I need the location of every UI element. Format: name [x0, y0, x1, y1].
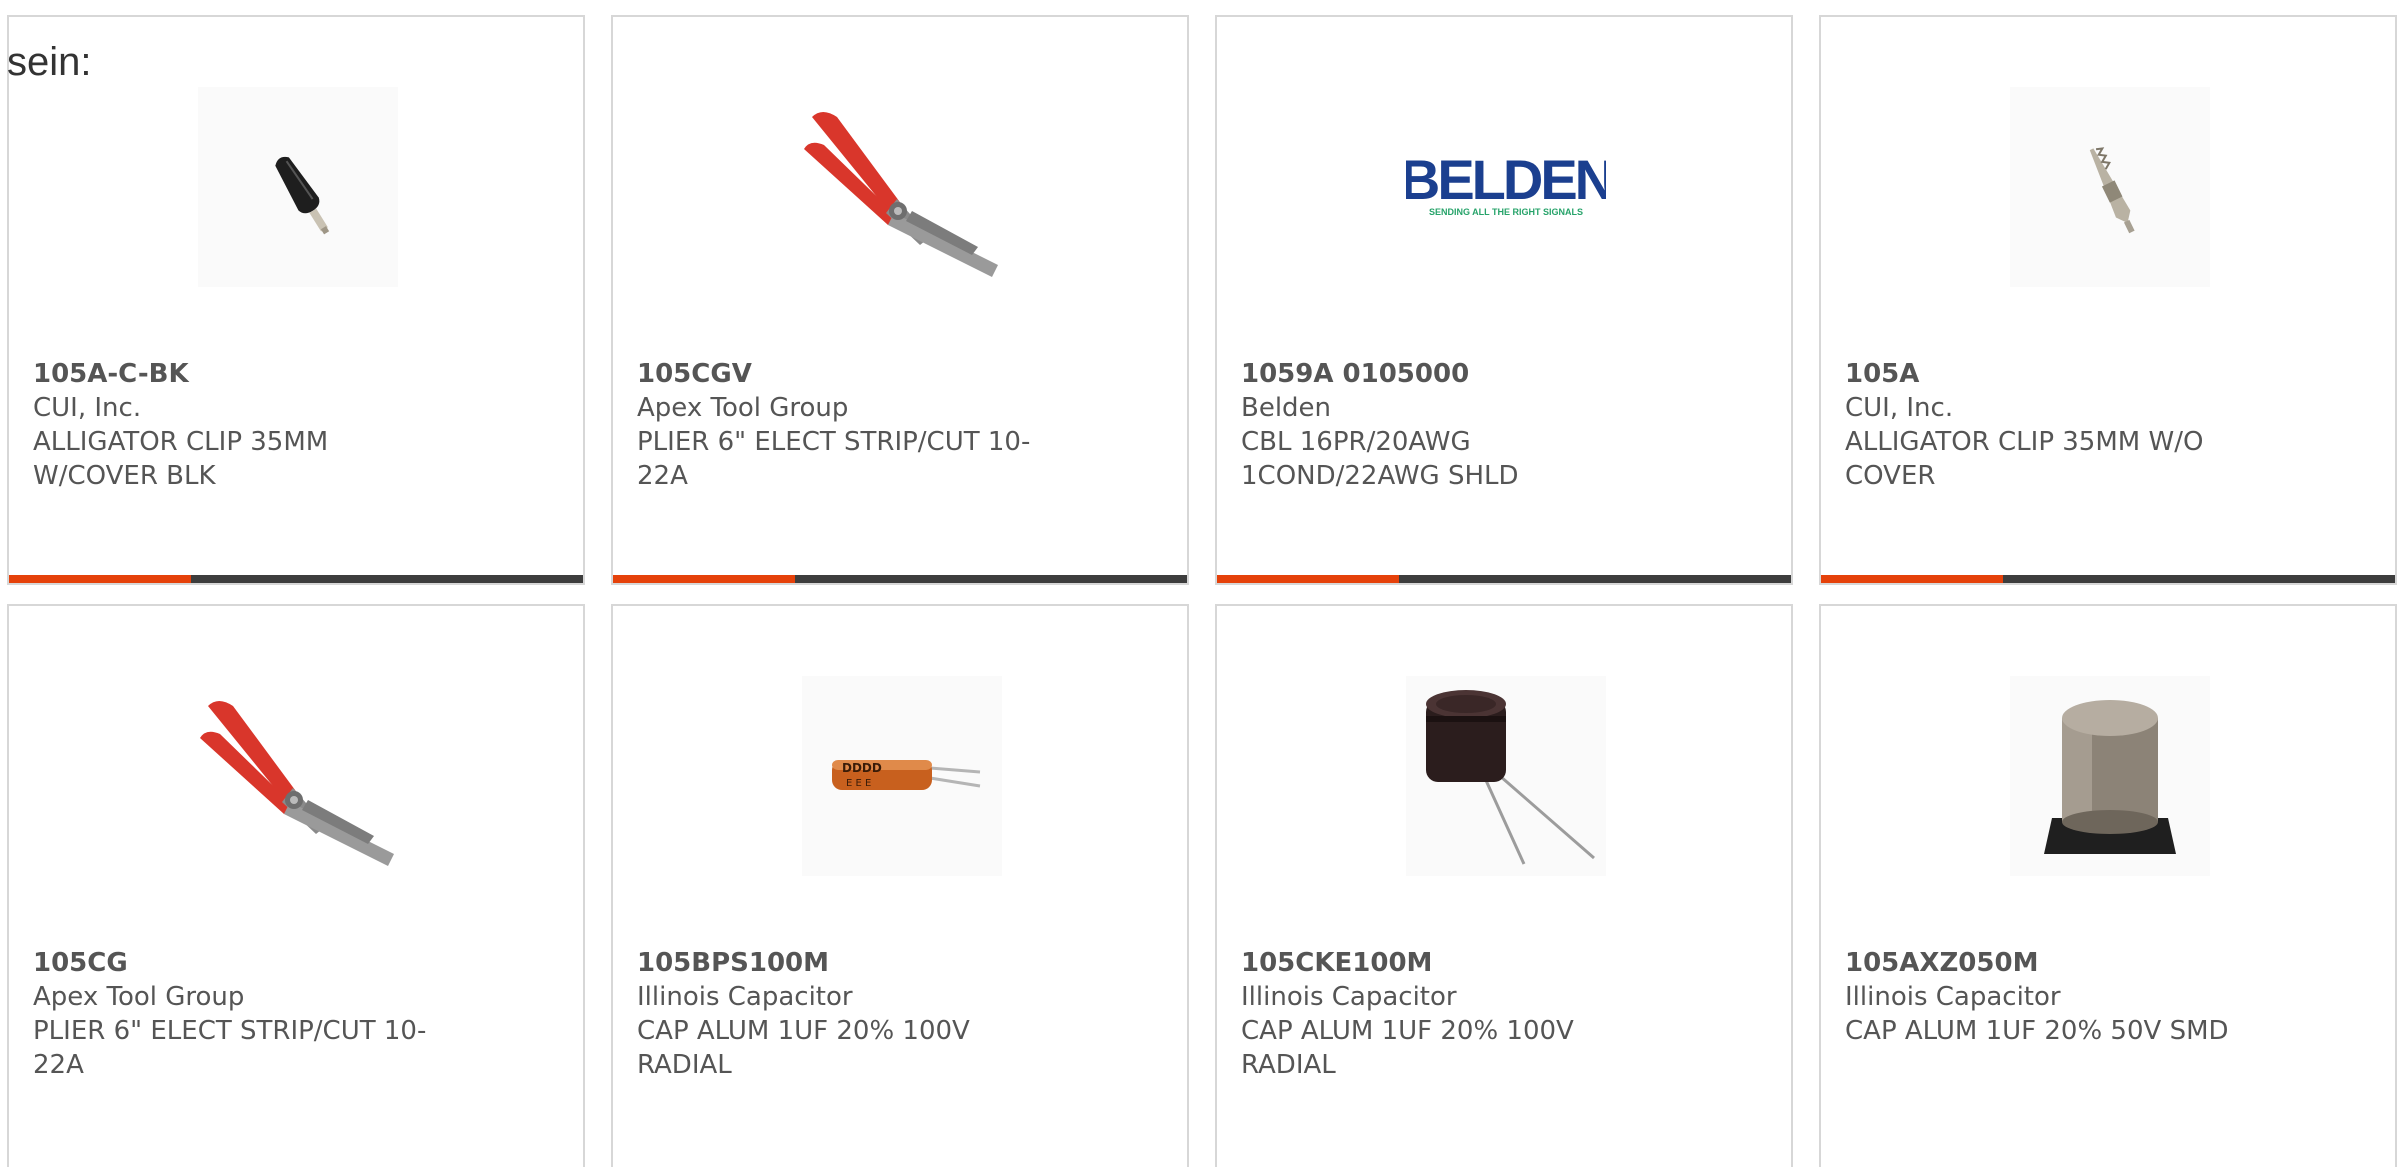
wire-stripper-plier-icon — [198, 676, 398, 876]
product-info: 105CKE100M Illinois Capacitor CAP ALUM 1… — [1241, 946, 1661, 1082]
section-heading: sein: — [7, 40, 92, 84]
card-bottom-bar — [613, 575, 1187, 583]
description: CAP ALUM 1UF 20% 50V SMD — [1845, 1016, 2229, 1046]
product-card[interactable]: 105AXZ050M Illinois Capacitor CAP ALUM 1… — [1819, 604, 2397, 1167]
description: CAP ALUM 1UF 20% 100V RADIAL — [1241, 1016, 1574, 1080]
part-number-link[interactable]: 1059A 0105000 — [1241, 357, 1661, 391]
part-number-link[interactable]: 105A-C-BK — [33, 357, 453, 391]
smd-capacitor-icon — [2010, 676, 2210, 876]
manufacturer: Illinois Capacitor — [1241, 982, 1457, 1012]
card-accent-bar — [1217, 575, 1399, 583]
description: ALLIGATOR CLIP 35MM W/COVER BLK — [33, 427, 329, 491]
card-accent-bar — [613, 575, 795, 583]
product-card[interactable]: 105CG Apex Tool Group PLIER 6" ELECT STR… — [7, 604, 585, 1167]
card-accent-bar — [9, 575, 191, 583]
belden-logo-text: BELDEN — [1406, 148, 1606, 211]
alligator-clip-metal-icon — [2010, 87, 2210, 287]
description: PLIER 6" ELECT STRIP/CUT 10-22A — [637, 427, 1031, 491]
svg-text:E E E: E E E — [846, 778, 871, 789]
part-number-link[interactable]: 105A — [1845, 357, 2265, 391]
part-number-link[interactable]: 105AXZ050M — [1845, 946, 2265, 980]
belden-logo: BELDEN SENDING ALL THE RIGHT SIGNALS — [1406, 87, 1606, 287]
description: PLIER 6" ELECT STRIP/CUT 10-22A — [33, 1016, 427, 1080]
manufacturer: Illinois Capacitor — [637, 982, 853, 1012]
part-number-link[interactable]: 105CG — [33, 946, 453, 980]
product-card[interactable]: BELDEN SENDING ALL THE RIGHT SIGNALS 105… — [1215, 15, 1793, 585]
part-number-link[interactable]: 105BPS100M — [637, 946, 1057, 980]
manufacturer: Illinois Capacitor — [1845, 982, 2061, 1012]
wire-stripper-plier-icon — [802, 87, 1002, 287]
part-number-link[interactable]: 105CKE100M — [1241, 946, 1661, 980]
product-info: 105CGV Apex Tool Group PLIER 6" ELECT ST… — [637, 357, 1057, 493]
manufacturer: CUI, Inc. — [1845, 393, 1954, 423]
product-grid-page: sein: 105A-C-BK CUI, Inc. ALLIGATOR CLIP… — [0, 0, 2400, 1167]
product-info: 105A-C-BK CUI, Inc. ALLIGATOR CLIP 35MM … — [33, 357, 453, 493]
part-number-link[interactable]: 105CGV — [637, 357, 1057, 391]
product-info: 105CG Apex Tool Group PLIER 6" ELECT STR… — [33, 946, 453, 1082]
manufacturer: Apex Tool Group — [33, 982, 245, 1012]
svg-text:DDDD: DDDD — [842, 761, 882, 775]
product-card[interactable]: 105CKE100M Illinois Capacitor CAP ALUM 1… — [1215, 604, 1793, 1167]
manufacturer: Belden — [1241, 393, 1332, 423]
card-bottom-bar — [1821, 575, 2395, 583]
description: CBL 16PR/20AWG 1COND/22AWG SHLD — [1241, 427, 1519, 491]
belden-logo-tagline: SENDING ALL THE RIGHT SIGNALS — [1429, 207, 1583, 217]
product-info: 105A CUI, Inc. ALLIGATOR CLIP 35MM W/O C… — [1845, 357, 2265, 493]
product-card[interactable]: 105A-C-BK CUI, Inc. ALLIGATOR CLIP 35MM … — [7, 15, 585, 585]
description: ALLIGATOR CLIP 35MM W/O COVER — [1845, 427, 2204, 491]
product-card[interactable]: 105CGV Apex Tool Group PLIER 6" ELECT ST… — [611, 15, 1189, 585]
alligator-clip-black-icon — [198, 87, 398, 287]
product-card[interactable]: DDDD E E E 105BPS100M Illinois Capacitor… — [611, 604, 1189, 1167]
description: CAP ALUM 1UF 20% 100V RADIAL — [637, 1016, 970, 1080]
product-info: 1059A 0105000 Belden CBL 16PR/20AWG 1CON… — [1241, 357, 1661, 493]
card-bottom-bar — [9, 575, 583, 583]
manufacturer: Apex Tool Group — [637, 393, 849, 423]
product-card[interactable]: 105A CUI, Inc. ALLIGATOR CLIP 35MM W/O C… — [1819, 15, 2397, 585]
card-bottom-bar — [1217, 575, 1791, 583]
axial-capacitor-orange-icon: DDDD E E E — [802, 676, 1002, 876]
product-info: 105AXZ050M Illinois Capacitor CAP ALUM 1… — [1845, 946, 2265, 1048]
product-info: 105BPS100M Illinois Capacitor CAP ALUM 1… — [637, 946, 1057, 1082]
manufacturer: CUI, Inc. — [33, 393, 142, 423]
radial-capacitor-black-icon — [1406, 676, 1606, 876]
card-accent-bar — [1821, 575, 2003, 583]
